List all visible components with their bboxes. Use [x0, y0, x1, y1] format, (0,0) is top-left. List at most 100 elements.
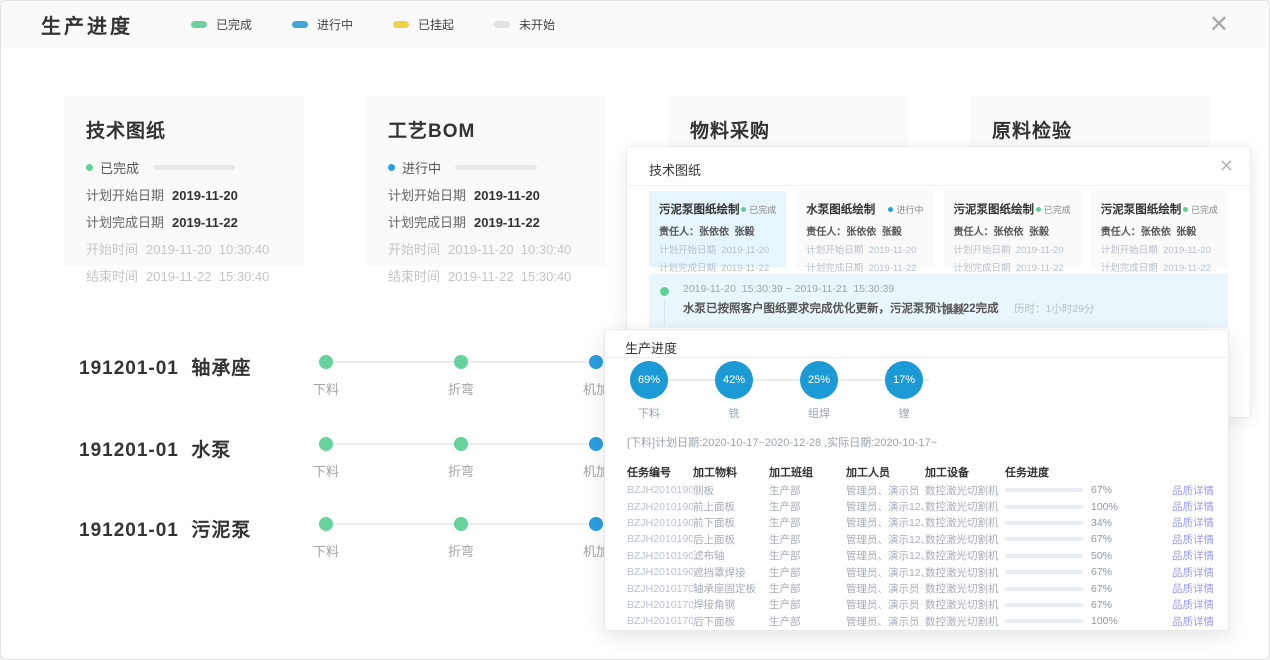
- stage-status-row: 已完成: [86, 158, 282, 177]
- status-legend: 已完成 进行中 已挂起 未开始: [191, 16, 555, 33]
- task-progress-track: [1005, 587, 1083, 591]
- quality-detail-link[interactable]: 品质详情: [1172, 597, 1214, 612]
- table-row: BZJH201017003 轴承座固定板 生产部 管理员、演示员 数控激光切割机…: [627, 580, 1214, 596]
- step-machining: 机加: [589, 437, 603, 451]
- stage-circle-milling: 42% 铣: [715, 361, 753, 399]
- status-dot-icon: [86, 164, 93, 171]
- task-plan-start: 计划开始日期 2019-11-20: [954, 242, 1071, 256]
- task-plan-end: 计划完成日期 2019-11-22: [954, 260, 1071, 274]
- product-row-water-pump: 191201-01 水泵 下料 折弯 机加: [79, 433, 619, 491]
- legend-item-notstarted: 未开始: [494, 16, 555, 33]
- step-dot-icon: [454, 517, 468, 531]
- quality-detail-link[interactable]: 品质详情: [1172, 532, 1214, 547]
- quality-detail-link[interactable]: 品质详情: [1172, 614, 1214, 629]
- task-owner: 责任人：张依依 张毅: [1101, 223, 1218, 238]
- task-progress-track: [1005, 570, 1083, 574]
- task-progress-percent: 67%: [1091, 566, 1123, 578]
- task-status: 已完成: [1183, 203, 1218, 216]
- step-bending: 折弯: [454, 517, 468, 531]
- plan-end-line: 计划完成日期2019-11-22: [86, 212, 282, 231]
- legend-inprogress-label: 进行中: [317, 16, 353, 33]
- task-progress-percent: 67%: [1091, 484, 1123, 496]
- step-machining: 机加: [589, 355, 603, 369]
- step-bending: 折弯: [454, 437, 468, 451]
- table-row: BZJH201019006 前下面板 生产部 管理员、演示12、演示11 数控激…: [627, 515, 1214, 531]
- plan-start-line: 计划开始日期2019-11-20: [86, 185, 282, 204]
- drawing-task-card-3[interactable]: 污泥泵图纸绘制 已完成 责任人：张依依 张毅 计划开始日期 2019-11-20…: [944, 191, 1081, 267]
- modal-title: 生产进度: [625, 338, 677, 357]
- task-plan-start: 计划开始日期 2019-11-20: [659, 242, 776, 256]
- step-dot-icon: [589, 355, 603, 369]
- task-progress-track: [1005, 554, 1083, 558]
- drawing-task-card-1[interactable]: 污泥泵图纸绘制 已完成 责任人：张依依 张毅 计划开始日期 2019-11-20…: [649, 191, 786, 267]
- task-table: 任务编号 加工物料 加工班组 加工人员 加工设备 任务进度 BZJH201019…: [627, 462, 1214, 630]
- progress-circle: 42%: [715, 361, 753, 399]
- stage-progress-track: [153, 165, 235, 170]
- stage-card-process-bom[interactable]: 工艺BOM 进行中 计划开始日期2019-11-20 计划完成日期2019-11…: [366, 96, 606, 266]
- legend-notstarted-swatch: [494, 21, 510, 28]
- task-plan-start: 计划开始日期 2019-11-20: [806, 242, 923, 256]
- window-header: 生产进度 已完成 进行中 已挂起 未开始 ✕: [1, 1, 1269, 48]
- modal-close-icon[interactable]: ✕: [1219, 156, 1234, 177]
- quality-detail-link[interactable]: 品质详情: [1172, 548, 1214, 563]
- task-progress-track: [1005, 603, 1083, 607]
- table-row: BZJH201019014 侧板 生产部 管理员、演示员 数控激光切割机 67%…: [627, 482, 1214, 498]
- product-row-sludge-pump: 191201-01 污泥泵 下料 折弯 机加: [79, 513, 619, 571]
- step-machining: 机加: [589, 517, 603, 531]
- stage-card-title: 原料检验: [992, 116, 1188, 143]
- product-steps: 下料 折弯 机加: [319, 355, 619, 405]
- quality-detail-link[interactable]: 品质详情: [1172, 515, 1214, 530]
- task-progress-percent: 50%: [1091, 550, 1123, 562]
- product-row-bearing-seat: 191201-01 轴承座 下料 折弯 机加: [79, 351, 619, 409]
- task-plan-end: 计划完成日期 2019-11-22: [806, 260, 923, 274]
- task-plan-end: 计划完成日期 2019-11-22: [659, 260, 776, 274]
- log-time-range: 2019-11-20 15:30:39 ~ 2019-11-21 15:30:3…: [683, 283, 894, 295]
- log-owner: 张毅: [942, 301, 964, 317]
- stage-status-row: 进行中: [388, 158, 584, 177]
- drawing-task-card-4[interactable]: 污泥泵图纸绘制 已完成 责任人：张依依 张毅 计划开始日期 2019-11-20…: [1091, 191, 1228, 267]
- activity-log-entry: 2019-11-20 15:30:39 ~ 2019-11-21 15:30:3…: [649, 274, 1228, 328]
- step-bending: 折弯: [454, 355, 468, 369]
- task-title: 污泥泵图纸绘制: [954, 201, 1035, 217]
- stage-card-title: 物料采购: [690, 116, 886, 143]
- quality-detail-link[interactable]: 品质详情: [1172, 499, 1214, 514]
- modal-title: 技术图纸: [649, 160, 701, 179]
- task-title: 污泥泵图纸绘制: [1101, 201, 1182, 217]
- close-icon[interactable]: ✕: [1209, 13, 1229, 37]
- status-dot-icon: [1183, 207, 1188, 212]
- stage-card-tech-drawing[interactable]: 技术图纸 已完成 计划开始日期2019-11-20 计划完成日期2019-11-…: [64, 96, 304, 266]
- divider: [627, 185, 1250, 186]
- table-row: BZJH201017002 焊接角钢 生产部 管理员、演示员 数控激光切割机 6…: [627, 597, 1214, 613]
- status-dot-icon: [388, 164, 395, 171]
- plan-start-line: 计划开始日期2019-11-20: [388, 185, 584, 204]
- status-dot-icon: [741, 207, 746, 212]
- legend-suspended-swatch: [393, 21, 409, 28]
- task-progress-percent: 67%: [1091, 583, 1123, 595]
- task-progress-percent: 67%: [1091, 599, 1123, 611]
- stage-progress-circles: 69% 下料 42% 铣 25% 组焊 17% 镗: [629, 361, 959, 441]
- task-owner: 责任人：张依依 张毅: [659, 223, 776, 238]
- stage-circle-welding: 25% 组焊: [800, 361, 838, 399]
- task-owner: 责任人：张依依 张毅: [806, 223, 923, 238]
- divider: [605, 357, 1228, 358]
- quality-detail-link[interactable]: 品质详情: [1172, 581, 1214, 596]
- drawing-task-card-2[interactable]: 水泵图纸绘制 进行中 责任人：张依依 张毅 计划开始日期 2019-11-20 …: [796, 191, 933, 267]
- quality-detail-link[interactable]: 品质详情: [1172, 483, 1214, 498]
- legend-item-done: 已完成: [191, 16, 252, 33]
- step-dot-icon: [454, 355, 468, 369]
- task-progress-track: [1005, 521, 1083, 525]
- legend-suspended-label: 已挂起: [418, 16, 454, 33]
- step-dot-icon: [589, 517, 603, 531]
- table-row: BZJH201019003 遮挡罩焊接 生产部 管理员、演示12、演示11 数控…: [627, 564, 1214, 580]
- step-dot-icon: [319, 355, 333, 369]
- legend-inprogress-swatch: [292, 21, 308, 28]
- progress-circle: 25%: [800, 361, 838, 399]
- stage-card-title: 技术图纸: [86, 116, 282, 143]
- task-progress-percent: 67%: [1091, 533, 1123, 545]
- table-row: BZJH201017001 后下面板 生产部 管理员、演示员 数控激光切割机 1…: [627, 613, 1214, 629]
- actual-start-line: 开始时间2019-11-20 10:30:40: [86, 239, 282, 258]
- stage-progress-track: [455, 165, 537, 170]
- task-progress-track: [1005, 505, 1083, 509]
- quality-detail-link[interactable]: 品质详情: [1172, 565, 1214, 580]
- task-progress-track: [1005, 488, 1083, 492]
